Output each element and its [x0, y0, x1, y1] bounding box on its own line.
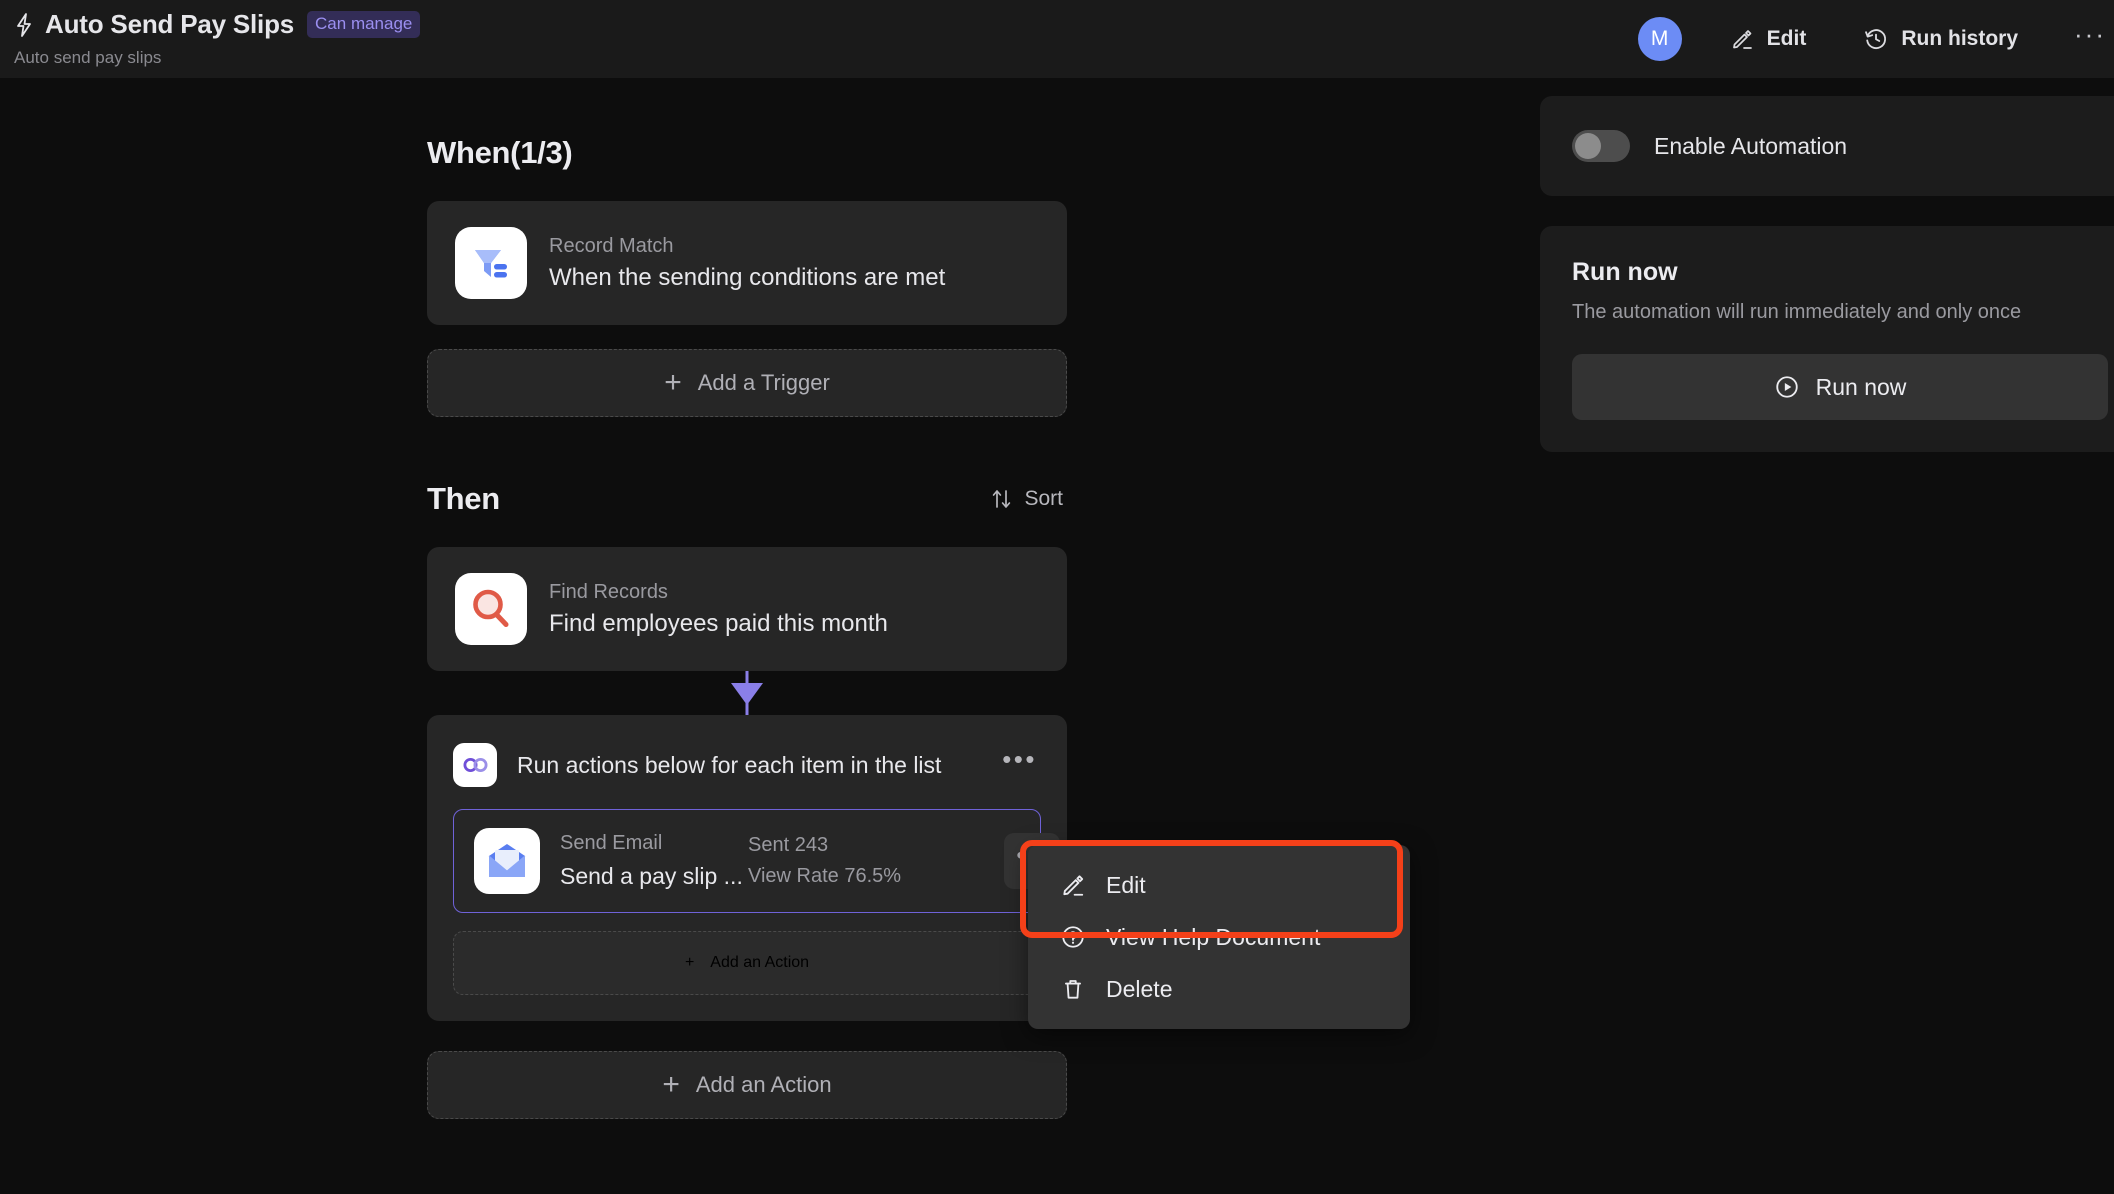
infinity-loop-icon — [453, 743, 497, 787]
loop-container: Run actions below for each item in the l… — [427, 715, 1067, 1021]
run-now-button[interactable]: Run now — [1572, 354, 2108, 420]
toggle-knob — [1575, 133, 1601, 159]
bolt-icon — [14, 12, 34, 37]
automation-flow: When(1/3) Record Match When the sending … — [427, 133, 1067, 1119]
run-now-title: Run now — [1572, 258, 1678, 286]
sent-count-stat: Sent 243 — [748, 834, 829, 856]
when-section-title: When(1/3) — [427, 135, 573, 170]
plus-icon: + — [664, 366, 682, 399]
then-section-title: Then — [427, 481, 500, 516]
then-section-header: Then Sort — [427, 479, 1067, 519]
sort-arrows-icon — [991, 488, 1013, 510]
run-history-button-label: Run history — [1901, 27, 2019, 50]
run-now-card: Run now The automation will run immediat… — [1540, 226, 2114, 452]
loop-title: Run actions below for each item in the l… — [517, 751, 942, 778]
play-circle-icon — [1774, 374, 1800, 400]
add-action-in-loop-button[interactable]: + Add an Action — [453, 931, 1041, 995]
run-now-description: The automation will run immediately and … — [1572, 301, 2022, 323]
find-records-description: Find employees paid this month — [549, 609, 888, 637]
run-history-button[interactable]: Run history — [1860, 21, 2022, 57]
when-section-header: When(1/3) — [427, 133, 1067, 173]
trigger-description: When the sending conditions are met — [549, 263, 946, 291]
header-title-block: Auto Send Pay Slips Can manage Auto send… — [14, 8, 421, 68]
pencil-icon — [1060, 872, 1086, 898]
magnifier-icon — [455, 573, 527, 645]
context-menu-label-view-help-document: View Help Document — [1106, 923, 1321, 950]
plus-icon: + — [684, 954, 695, 971]
context-menu-item-edit[interactable]: Edit — [1028, 859, 1410, 911]
enable-automation-toggle[interactable] — [1572, 130, 1630, 162]
question-circle-icon — [1060, 924, 1086, 950]
add-trigger-button[interactable]: + Add a Trigger — [427, 349, 1067, 417]
add-action-in-loop-label: Add an Action — [710, 954, 810, 971]
edit-button-label: Edit — [1766, 27, 1807, 50]
action-context-menu: Edit View Help Document Delete — [1028, 845, 1410, 1029]
find-records-type-label: Find Records — [549, 580, 668, 603]
loop-more-options-icon[interactable]: ••• — [998, 746, 1041, 775]
edit-button[interactable]: Edit — [1726, 21, 1811, 57]
page-title: Auto Send Pay Slips — [45, 9, 295, 39]
page-subtitle: Auto send pay slips — [14, 48, 162, 67]
plus-icon: + — [662, 1068, 680, 1101]
enable-automation-label: Enable Automation — [1654, 132, 1848, 159]
send-email-description: Send a pay slip ... — [560, 863, 743, 889]
send-email-type-label: Send Email — [560, 832, 663, 854]
avatar[interactable]: M — [1637, 17, 1682, 61]
run-now-button-label: Run now — [1815, 373, 1907, 400]
right-side-panel: Enable Automation Run now The automation… — [1540, 96, 2114, 452]
enable-automation-card: Enable Automation — [1540, 96, 2114, 196]
context-menu-label-delete: Delete — [1106, 975, 1173, 1002]
trigger-card[interactable]: Record Match When the sending conditions… — [427, 201, 1067, 325]
flow-connector — [427, 671, 1067, 715]
add-trigger-label: Add a Trigger — [697, 370, 830, 395]
history-clock-icon — [1864, 27, 1888, 51]
more-options-icon[interactable]: ··· — [2074, 21, 2106, 49]
filter-funnel-icon — [455, 227, 527, 299]
loop-header[interactable]: Run actions below for each item in the l… — [453, 737, 1041, 793]
trash-icon — [1060, 976, 1086, 1002]
view-rate-stat: View Rate 76.5% — [748, 865, 902, 887]
add-action-label: Add an Action — [695, 1072, 832, 1097]
send-email-action-card[interactable]: Send Email Send a pay slip ... Sent 243 … — [453, 809, 1060, 913]
add-action-button[interactable]: + Add an Action — [427, 1051, 1067, 1119]
connector-arrow-icon — [731, 683, 763, 705]
context-menu-item-delete[interactable]: Delete — [1028, 963, 1410, 1015]
context-menu-item-view-help-document[interactable]: View Help Document — [1028, 911, 1410, 963]
pencil-icon — [1730, 27, 1754, 51]
context-menu-label-edit: Edit — [1106, 871, 1146, 898]
find-records-card[interactable]: Find Records Find employees paid this mo… — [427, 547, 1067, 671]
sort-button[interactable]: Sort — [991, 487, 1067, 511]
permission-badge: Can manage — [307, 11, 421, 38]
open-envelope-icon — [474, 828, 540, 894]
header-actions: M Edit Run history ··· — [1637, 0, 2114, 78]
app-header: Auto Send Pay Slips Can manage Auto send… — [0, 0, 2114, 78]
trigger-type-label: Record Match — [549, 234, 674, 257]
sort-button-label: Sort — [1024, 487, 1063, 510]
